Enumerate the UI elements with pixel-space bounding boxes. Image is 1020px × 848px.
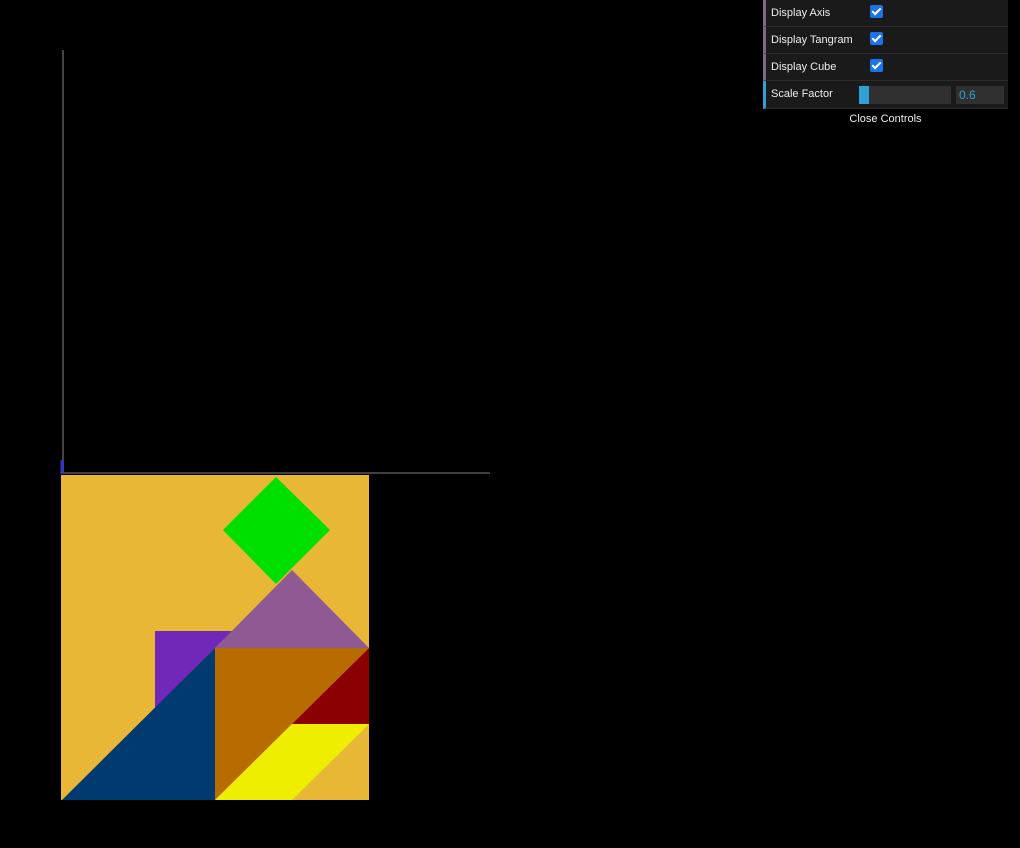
scale-factor-control[interactable]: Scale Factor 0.6 — [763, 81, 1008, 109]
scale-factor-slider-fill — [859, 86, 869, 104]
display-tangram-control[interactable]: Display Tangram — [763, 27, 1008, 54]
display-cube-checkbox[interactable] — [870, 59, 883, 72]
display-tangram-label: Display Tangram — [771, 34, 853, 46]
display-axis-checkbox[interactable] — [870, 5, 883, 18]
display-cube-control[interactable]: Display Cube — [763, 54, 1008, 81]
controls-panel: Display Axis Display Tangram Display Cub… — [763, 0, 1008, 129]
display-axis-label: Display Axis — [771, 7, 831, 19]
display-axis-control[interactable]: Display Axis — [763, 0, 1008, 27]
scale-factor-input[interactable]: 0.6 — [956, 86, 1004, 104]
scale-factor-slider[interactable] — [859, 86, 951, 104]
scale-factor-label: Scale Factor — [771, 88, 833, 100]
display-cube-label: Display Cube — [771, 61, 837, 73]
close-controls-button[interactable]: Close Controls — [763, 109, 1008, 129]
display-tangram-checkbox[interactable] — [870, 32, 883, 45]
